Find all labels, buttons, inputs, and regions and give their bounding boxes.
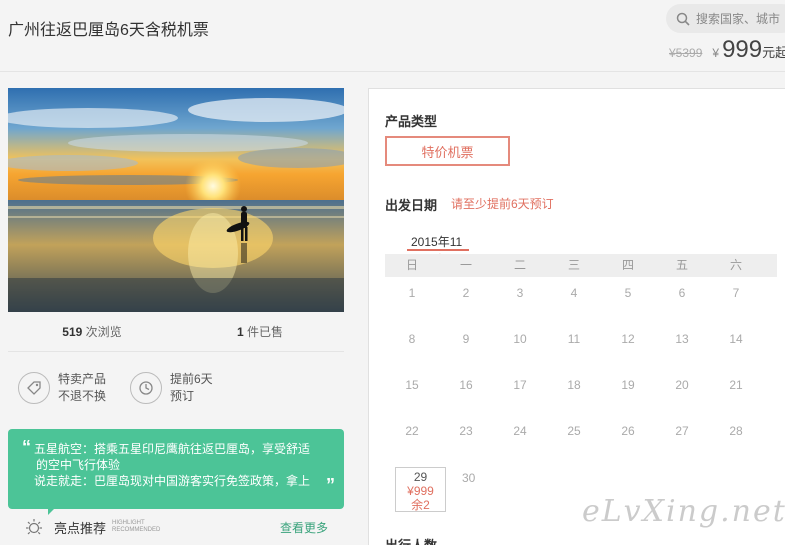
departure-date-label: 出发日期 — [385, 198, 438, 213]
stats-row: 519 次浏览 1 件已售 — [8, 323, 344, 340]
feature-line: 提前6天 — [170, 372, 213, 386]
calendar-day-remaining: 余2 — [411, 498, 430, 512]
highlight-line: 五星航空：搭乘五星印尼鹰航往返巴厘岛，享受舒适 — [34, 442, 311, 456]
departure-hint: 请至少提前6天预订 — [451, 197, 554, 211]
calendar-day: 12 — [621, 332, 635, 346]
product-type-label: 产品类型 — [385, 114, 438, 129]
search-input[interactable]: 搜索国家、城市 — [696, 10, 780, 27]
booking-panel: 产品类型 特价机票 出发日期 请至少提前6天预订 2015年11 ▲ 日 一 二… — [368, 88, 785, 545]
calendar-day: 6 — [678, 286, 686, 300]
calendar-day: 1 — [408, 286, 416, 300]
feature-line: 预订 — [170, 389, 195, 403]
highlight-box-pointer — [48, 509, 60, 515]
page-title: 广州往返巴厘岛6天含税机票 — [8, 22, 209, 39]
month-tab[interactable]: 2015年11 — [411, 233, 462, 250]
calendar-day: 25 — [567, 424, 581, 438]
weekday-label: 日 — [405, 258, 418, 272]
weekday-label: 一 — [459, 258, 472, 272]
price-row: ¥5399 ¥ 999 元起 — [669, 36, 785, 64]
weekday-label: 四 — [621, 258, 634, 272]
product-type-option[interactable]: 特价机票 — [385, 136, 510, 166]
header-divider — [0, 71, 785, 72]
calendar-day: 17 — [513, 378, 527, 392]
tag-icon — [18, 372, 50, 404]
calendar-week: 15 16 17 18 19 20 21 — [385, 378, 777, 392]
calendar-day: 10 — [513, 332, 527, 346]
weekday-label: 五 — [675, 258, 688, 272]
calendar-day: 9 — [462, 332, 470, 346]
sold-stat: 1 件已售 — [176, 323, 344, 340]
original-price: ¥5399 — [669, 46, 703, 60]
highlight-box: “ 五星航空：搭乘五星印尼鹰航往返巴厘岛，享受舒适 的空中飞行体验 说走就走：巴… — [8, 429, 344, 509]
highlight-line: 的空中飞行体验 — [36, 458, 121, 472]
calendar-day: 19 — [621, 378, 635, 392]
calendar-week: 22 23 24 25 26 27 28 — [385, 424, 777, 438]
calendar-day: 14 — [729, 332, 743, 346]
calendar-day: 2 — [462, 286, 470, 300]
calendar-day: 27 — [675, 424, 689, 438]
travelers-label: 出行人数 — [385, 535, 437, 545]
calendar-week: 1 2 3 4 5 6 7 — [385, 286, 777, 300]
search-box[interactable]: 搜索国家、城市 — [666, 4, 785, 33]
highlight-line: 说走就走：巴厘岛现对中国游客实行免签政策，拿上 — [34, 474, 311, 488]
highlight-en-line: RECOMMENDED — [112, 527, 161, 533]
views-count: 519 — [62, 325, 83, 339]
calendar-day: 18 — [567, 378, 581, 392]
calendar-day: 26 — [621, 424, 635, 438]
calendar-day: 21 — [729, 378, 743, 392]
highlight-footer: 亮点推荐 HIGHLIGHT RECOMMENDED — [24, 517, 160, 537]
weekday-label: 六 — [729, 258, 742, 272]
calendar-day-available[interactable]: 29 ¥999 余2 — [395, 467, 446, 512]
stats-divider — [8, 351, 344, 352]
calendar-day: 4 — [570, 286, 578, 300]
search-icon — [676, 12, 690, 26]
calendar-day: 28 — [729, 424, 743, 438]
feature-line: 特卖产品 — [58, 372, 107, 386]
calendar-day: 22 — [405, 424, 419, 438]
highlight-en-line: HIGHLIGHT — [112, 520, 145, 526]
watermark: eLvXing.net — [582, 494, 785, 529]
calendar-day: 23 — [459, 424, 473, 438]
weekday-label: 二 — [513, 258, 526, 272]
clock-icon — [130, 372, 162, 404]
sun-icon — [26, 519, 42, 535]
see-more-link[interactable]: 查看更多 — [280, 519, 328, 536]
calendar-day: 11 — [567, 332, 581, 346]
weekday-label: 三 — [567, 258, 580, 272]
feature-advance-booking: 提前6天 预订 — [130, 371, 213, 405]
open-quote: “ — [22, 437, 31, 457]
calendar-day: 5 — [624, 286, 632, 300]
currency-symbol: ¥ — [712, 46, 720, 60]
calendar-day: 8 — [408, 332, 416, 346]
calendar-day: 30 — [462, 471, 476, 485]
calendar-week: 8 9 10 11 12 13 14 — [385, 332, 777, 346]
feature-line: 不退不换 — [58, 389, 107, 403]
calendar-day: 20 — [675, 378, 689, 392]
calendar-day-number: 29 — [413, 470, 428, 484]
calendar-day: 3 — [516, 286, 524, 300]
calendar-day: 24 — [513, 424, 527, 438]
price-unit: 元起 — [762, 45, 785, 60]
calendar-day-price: ¥999 — [407, 484, 434, 498]
highlight-label: 亮点推荐 — [54, 520, 107, 536]
product-photo — [8, 88, 344, 312]
calendar-day: 13 — [675, 332, 689, 346]
calendar-day: 15 — [405, 378, 419, 392]
feature-special-sale: 特卖产品 不退不换 — [18, 371, 106, 405]
views-stat: 519 次浏览 — [8, 323, 176, 340]
views-label: 次浏览 — [85, 325, 122, 339]
current-price: 999 — [722, 36, 763, 63]
close-quote: ” — [326, 475, 335, 495]
weekday-header: 日 一 二 三 四 五 六 — [385, 254, 777, 277]
sold-count: 1 — [236, 325, 244, 339]
sold-label: 件已售 — [247, 325, 284, 339]
calendar-day: 16 — [459, 378, 473, 392]
calendar-day: 7 — [732, 286, 740, 300]
